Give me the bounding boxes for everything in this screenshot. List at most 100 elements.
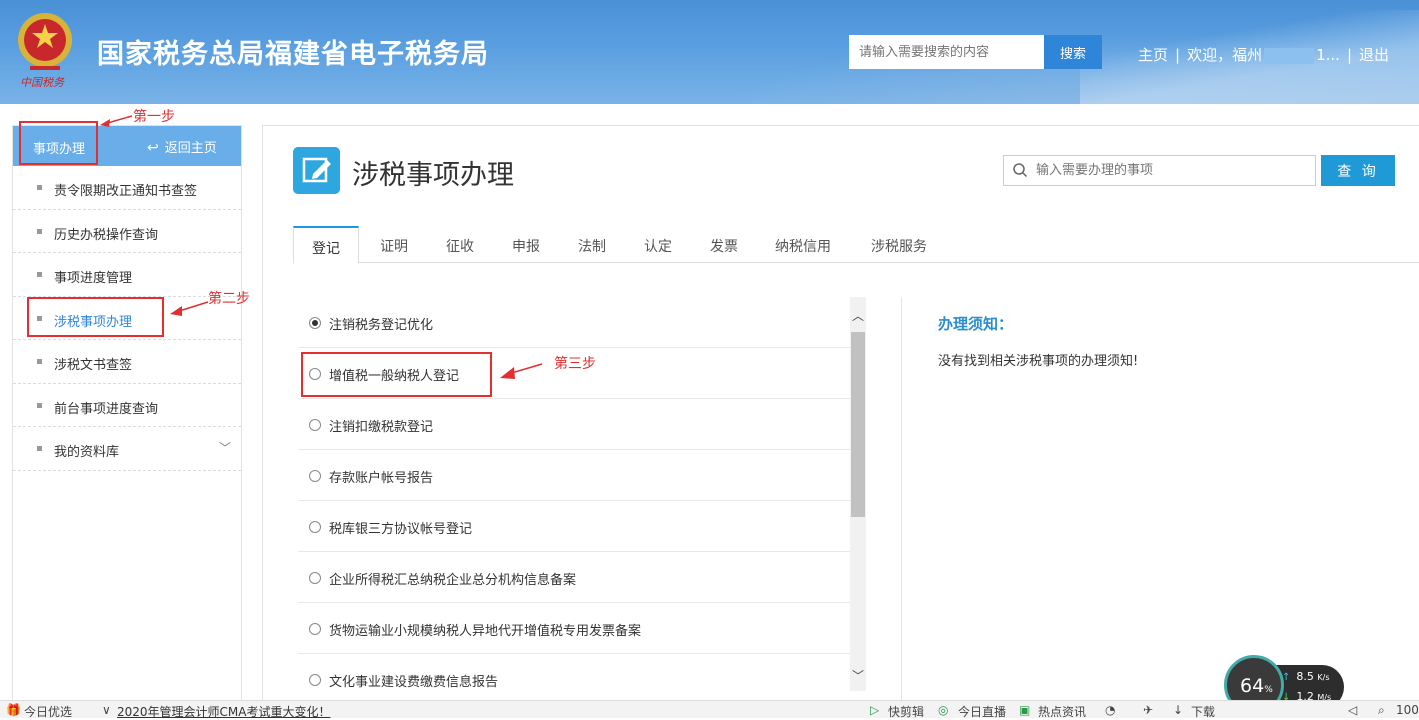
notice-text: 没有找到相关涉税事项的办理须知! <box>938 354 1139 369</box>
option-label: 注销扣缴税款登记 <box>329 420 434 435</box>
live-button[interactable]: 今日直播 <box>958 703 1006 720</box>
edit-form-icon <box>293 147 340 194</box>
radio-button[interactable] <box>309 572 321 584</box>
memory-percent: 64% <box>1240 675 1273 697</box>
hot-news-button[interactable]: 热点资讯 <box>1038 703 1086 720</box>
tab-declaration[interactable]: 申报 <box>495 226 557 263</box>
scroll-up-icon[interactable]: ︿ <box>850 307 866 323</box>
sidebar-item-front-desk-query[interactable]: 前台事项进度查询 <box>13 384 241 427</box>
chevron-down-icon[interactable]: ∨ <box>102 703 111 717</box>
upload-unit: K/s <box>1317 673 1330 682</box>
sidebar-item-label: 事项进度管理 <box>54 271 133 286</box>
redacted-name-mask <box>1264 47 1315 64</box>
radio-button[interactable] <box>309 623 321 635</box>
sidebar: 事项办理 ↩ 返回主页 责令限期改正通知书查签 历史办税操作查询 事项进度管理 涉… <box>12 125 242 705</box>
radio-button[interactable] <box>309 521 321 533</box>
option-row[interactable]: 税库银三方协议帐号登记 <box>298 501 850 552</box>
tab-certification[interactable]: 证明 <box>363 226 425 263</box>
pin-icon[interactable]: ✈ <box>1143 703 1153 717</box>
option-label: 税库银三方协议帐号登记 <box>329 522 473 537</box>
download-button[interactable]: 下载 <box>1191 703 1215 720</box>
sidebar-item-label: 历史办税操作查询 <box>54 227 159 243</box>
step3-arrow-icon <box>500 363 543 379</box>
sidebar-item-label: 我的资料库 <box>54 445 120 460</box>
tab-legal[interactable]: 法制 <box>561 226 623 263</box>
sidebar-item-history-query[interactable]: 历史办税操作查询 <box>13 210 241 253</box>
option-row[interactable]: 货物运输业小规模纳税人异地代开增值税专用发票备案 <box>298 603 850 654</box>
sidebar-item-progress-management[interactable]: 事项进度管理 <box>13 253 241 297</box>
gift-icon: 🎁 <box>6 703 21 717</box>
step3-label: 第三步 <box>554 356 596 372</box>
option-row[interactable]: 注销税务登记优化 <box>298 297 850 348</box>
volume-icon[interactable]: ◁ <box>1348 703 1357 717</box>
search-icon <box>1013 163 1028 178</box>
today-pick-link[interactable]: 今日优选 <box>24 703 72 720</box>
tab-recognition[interactable]: 认定 <box>627 226 689 263</box>
step1-label: 第一步 <box>133 109 175 125</box>
logout-link[interactable]: 退出 <box>1359 46 1389 64</box>
tab-tax-credit[interactable]: 纳税信用 <box>763 226 843 263</box>
option-row[interactable]: 存款账户帐号报告 <box>298 450 850 501</box>
zoom-level[interactable]: 100 <box>1396 703 1419 717</box>
radio-selected[interactable] <box>309 317 321 329</box>
zoom-icon[interactable]: ⌕ <box>1378 703 1385 718</box>
main-panel: 涉税事项办理 查 询 登记 证明 征收 申报 法制 认定 发票 纳税信用 涉税服… <box>262 125 1419 706</box>
sidebar-item-my-library[interactable]: 我的资料库 ﹀ <box>13 427 241 471</box>
notice-title: 办理须知： <box>938 315 1014 333</box>
option-row[interactable]: 文化事业建设费缴费信息报告 <box>298 654 850 705</box>
tab-registration[interactable]: 登记 <box>293 226 359 264</box>
bullet-icon <box>37 446 42 451</box>
bullet-icon <box>37 359 42 364</box>
back-home-link[interactable]: ↩ 返回主页 <box>147 137 217 156</box>
download-icon: ↓ <box>1173 703 1184 717</box>
sidebar-item-tax-documents[interactable]: 涉税文书查签 <box>13 340 241 384</box>
return-arrow-icon: ↩ <box>147 140 159 156</box>
welcome-tail: 1... <box>1316 46 1340 64</box>
nav-home-link[interactable]: 主页 <box>1138 46 1168 64</box>
step2-label: 第二步 <box>208 291 250 307</box>
news-icon: ▣ <box>1019 703 1031 717</box>
page-title: 涉税事项办理 <box>352 160 514 191</box>
step3-highlight-box <box>301 352 492 397</box>
item-search-input[interactable] <box>1034 156 1309 185</box>
upload-speed: ↑ 8.5 K/s <box>1282 670 1330 683</box>
sidebar-item-label: 涉税文书查签 <box>54 358 133 373</box>
step1-arrow-icon <box>100 115 133 127</box>
step1-highlight-box <box>19 121 98 165</box>
tab-tax-services[interactable]: 涉税服务 <box>859 226 939 263</box>
sidebar-item-label: 前台事项进度查询 <box>54 401 159 417</box>
nav-separator: | <box>1175 46 1181 64</box>
tab-collection[interactable]: 征收 <box>429 226 491 263</box>
sidebar-item-label: 责令限期改正通知书查签 <box>54 184 198 199</box>
item-search-box <box>1003 155 1316 186</box>
radio-button[interactable] <box>309 674 321 686</box>
option-label: 注销税务登记优化 <box>329 318 434 333</box>
step2-highlight-box <box>27 297 164 337</box>
news-ticker-link[interactable]: 2020年管理会计师CMA考试重大变化！ <box>117 703 330 720</box>
query-button[interactable]: 查 询 <box>1321 155 1395 186</box>
live-icon: ◎ <box>938 703 949 717</box>
quick-clip-button[interactable]: 快剪辑 <box>888 703 924 720</box>
bullet-icon <box>37 402 42 408</box>
radio-button[interactable] <box>309 419 321 431</box>
option-row[interactable]: 企业所得税汇总纳税企业总分机构信息备案 <box>298 552 850 603</box>
upload-value: 8.5 <box>1296 670 1314 683</box>
scroll-down-icon[interactable]: ﹀ <box>850 667 866 683</box>
option-label: 企业所得税汇总纳税企业总分机构信息备案 <box>329 573 577 588</box>
site-search-input[interactable] <box>849 35 1045 69</box>
speed-icon[interactable]: ◔ <box>1105 703 1115 717</box>
sidebar-item-order-correction[interactable]: 责令限期改正通知书查签 <box>13 166 241 210</box>
welcome-text: 欢迎，福州 <box>1187 46 1263 64</box>
chevron-down-icon: ﹀ <box>218 441 231 455</box>
list-scrollbar[interactable]: ︿ ﹀ <box>850 297 866 691</box>
bullet-icon <box>37 185 42 190</box>
tab-invoice[interactable]: 发票 <box>693 226 755 263</box>
scrollbar-thumb[interactable] <box>851 332 865 517</box>
radio-button[interactable] <box>309 470 321 482</box>
panel-divider <box>901 297 902 706</box>
option-row[interactable]: 注销扣缴税款登记 <box>298 399 850 450</box>
bullet-icon <box>37 228 42 234</box>
site-search-button[interactable]: 搜索 <box>1044 35 1102 69</box>
emblem-caption: 中国税务 <box>20 76 64 89</box>
top-navigation: 主页 | 欢迎，福州 1... | 退出 <box>1138 44 1389 65</box>
